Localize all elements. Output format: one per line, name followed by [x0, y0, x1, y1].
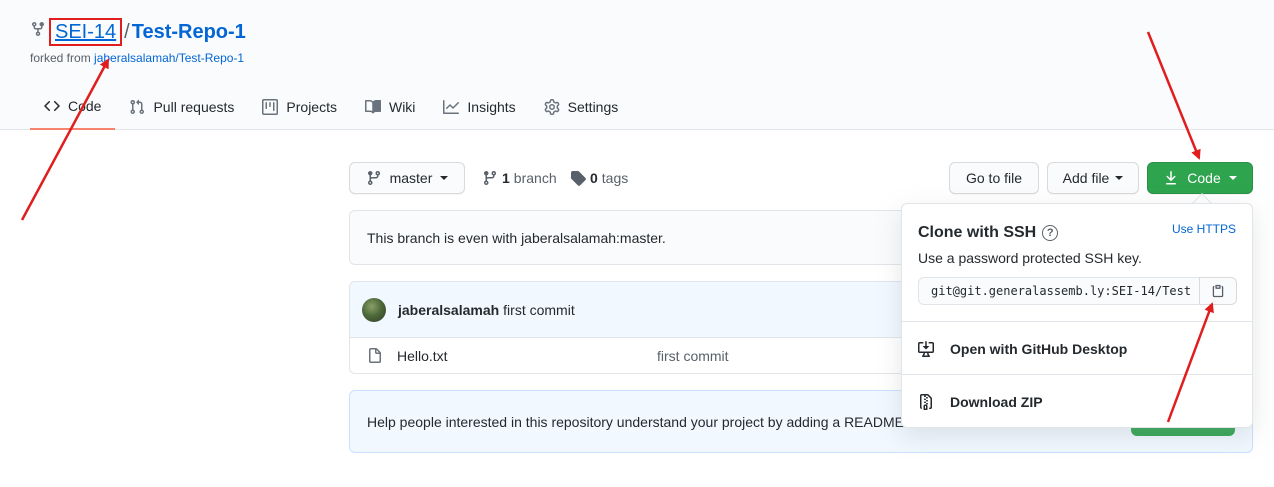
code-button-label: Code [1187, 170, 1221, 186]
clone-url-input[interactable]: git@git.generalassemb.ly:SEI-14/Test [918, 277, 1200, 305]
repo-nav-tabs: Code Pull requests Projects Wiki Insight… [30, 88, 632, 130]
file-zip-icon [920, 394, 932, 410]
branch-word: branch [513, 170, 557, 186]
code-icon [44, 100, 60, 112]
download-zip-item[interactable]: Download ZIP [918, 394, 1043, 410]
tab-pull-requests-label: Pull requests [153, 99, 235, 115]
tab-settings[interactable]: Settings [530, 88, 633, 126]
tab-code[interactable]: Code [30, 88, 116, 130]
repo-owner-link[interactable]: SEI-14 [49, 18, 123, 46]
file-name-link[interactable]: Hello.txt [397, 348, 657, 364]
forked-from-label: forked from [30, 51, 91, 65]
copy-url-button[interactable] [1199, 277, 1237, 305]
file-commit-message-link[interactable]: first commit [657, 348, 729, 364]
branch-count: 1 [502, 170, 510, 186]
gear-icon [544, 99, 560, 115]
forked-from-note: forked from jaberalsalamah/Test-Repo-1 [30, 51, 244, 65]
tags-link[interactable]: 0 tags [570, 170, 628, 186]
tab-wiki-label: Wiki [388, 99, 416, 115]
open-desktop-item[interactable]: Open with GitHub Desktop [918, 341, 1127, 357]
code-button[interactable]: Code [1147, 162, 1253, 194]
avatar[interactable] [362, 297, 386, 322]
tab-pull-requests[interactable]: Pull requests [115, 88, 248, 126]
repo-title: SEI-14 / Test-Repo-1 [30, 18, 246, 46]
project-icon [262, 99, 279, 115]
git-branch-icon [483, 171, 496, 186]
chevron-down-icon [1228, 176, 1237, 180]
chevron-down-icon [1115, 176, 1124, 180]
tab-insights[interactable]: Insights [429, 88, 529, 126]
clone-title-text: Clone with SSH [918, 224, 1037, 241]
repo-forked-icon [32, 22, 44, 37]
tag-icon [571, 171, 586, 186]
commit-author-link[interactable]: jaberalsalamah [398, 302, 499, 318]
use-https-link[interactable]: Use HTTPS [1172, 222, 1236, 236]
forked-source-link[interactable]: jaberalsalamah/Test-Repo-1 [94, 51, 244, 65]
tab-insights-label: Insights [467, 99, 516, 115]
pull-request-icon [130, 99, 145, 115]
chevron-down-icon [440, 176, 449, 180]
add-file-button[interactable]: Add file [1047, 162, 1139, 194]
branch-select-label: master [389, 170, 433, 186]
branches-link[interactable]: 1 branch [482, 170, 557, 186]
commit-message-link[interactable]: first commit [503, 302, 575, 318]
desktop-download-icon [918, 341, 934, 357]
clone-description: Use a password protected SSH key. [918, 250, 1142, 266]
tab-projects[interactable]: Projects [248, 88, 351, 126]
tab-projects-label: Projects [286, 99, 337, 115]
book-icon [364, 99, 381, 114]
file-icon [369, 348, 381, 363]
readme-prompt-text: Help people interested in this repositor… [367, 413, 908, 430]
dropdown-divider [902, 321, 1252, 322]
tab-wiki[interactable]: Wiki [351, 88, 429, 126]
git-branch-icon [367, 171, 380, 186]
repo-name-link[interactable]: Test-Repo-1 [132, 21, 246, 44]
tab-code-label: Code [68, 98, 102, 114]
clipboard-icon [1212, 284, 1224, 298]
clone-dropdown: Clone with SSH ? Use HTTPS Use a passwor… [901, 203, 1253, 428]
clone-title: Clone with SSH ? [918, 224, 1059, 242]
dropdown-divider [902, 374, 1252, 375]
tag-count: 0 [590, 170, 598, 186]
open-desktop-label: Open with GitHub Desktop [950, 341, 1128, 357]
tag-word: tags [601, 170, 629, 186]
download-icon [1166, 171, 1177, 185]
question-icon[interactable]: ? [1042, 225, 1059, 241]
tab-settings-label: Settings [567, 99, 619, 115]
add-file-label: Add file [1062, 170, 1110, 186]
repo-path-separator: / [124, 20, 130, 43]
branch-select-button[interactable]: master [349, 162, 465, 194]
repo-header: SEI-14 / Test-Repo-1 forked from jaberal… [0, 0, 1274, 130]
go-to-file-button[interactable]: Go to file [949, 162, 1039, 194]
download-zip-label: Download ZIP [950, 394, 1043, 410]
branch-status-text: This branch is even with jaberalsalamah:… [367, 229, 666, 246]
graph-icon [443, 100, 460, 114]
